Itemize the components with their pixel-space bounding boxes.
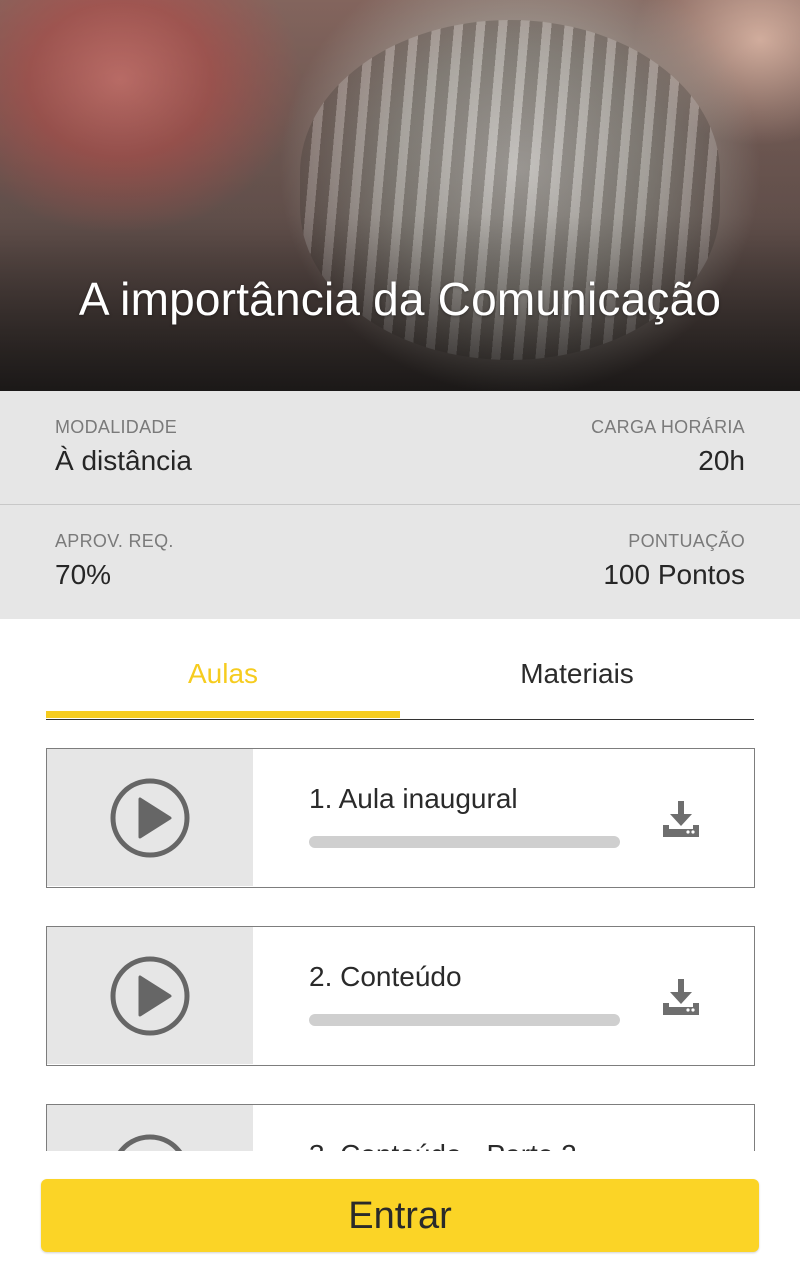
- course-hero-image: A importância da Comunicação: [0, 0, 800, 391]
- info-value: 100 Pontos: [603, 559, 745, 590]
- info-label: APROV. REQ.: [55, 531, 174, 551]
- hero-image-shade: [0, 0, 800, 391]
- lesson-title: 1. Aula inaugural: [309, 783, 518, 814]
- lesson-progress-bar: [309, 836, 620, 848]
- info-pontuacao: PONTUAÇÃO 100 Pontos: [603, 530, 745, 592]
- bottom-action-bar: Entrar: [0, 1151, 800, 1280]
- lesson-thumbnail[interactable]: [47, 927, 253, 1064]
- info-row: APROV. REQ. 70% PONTUAÇÃO 100 Pontos: [0, 505, 800, 619]
- tab-aulas[interactable]: Aulas: [46, 640, 400, 718]
- info-label: PONTUAÇÃO: [628, 531, 745, 551]
- lesson-item[interactable]: 3. Conteúdo - Parte 2: [46, 1104, 755, 1151]
- info-value: 70%: [55, 559, 112, 590]
- lesson-thumbnail[interactable]: [47, 749, 253, 886]
- play-icon: [110, 778, 190, 858]
- enter-button[interactable]: Entrar: [41, 1179, 759, 1252]
- info-label: MODALIDADE: [55, 417, 178, 437]
- course-info-panel: MODALIDADE À distância CARGA HORÁRIA 20h…: [0, 391, 800, 619]
- play-icon: [117, 1134, 183, 1151]
- lesson-list[interactable]: 1. Aula inaugural 2. Conteúdo: [0, 720, 800, 1151]
- lesson-item[interactable]: 1. Aula inaugural: [46, 748, 755, 888]
- play-icon: [110, 956, 190, 1036]
- course-title: A importância da Comunicação: [78, 273, 722, 325]
- lesson-progress-bar: [309, 1014, 620, 1026]
- info-carga-horaria: CARGA HORÁRIA 20h: [591, 416, 745, 478]
- info-modalidade: MODALIDADE À distância: [55, 416, 192, 478]
- active-tab-indicator: [46, 711, 400, 718]
- tab-bar: Aulas Materiais: [46, 640, 754, 720]
- tab-materiais[interactable]: Materiais: [400, 640, 754, 718]
- info-value: À distância: [55, 445, 192, 476]
- info-label: CARGA HORÁRIA: [591, 417, 745, 437]
- lesson-title: 2. Conteúdo: [309, 961, 462, 992]
- lesson-thumbnail[interactable]: [47, 1105, 253, 1151]
- info-aprov-req: APROV. REQ. 70%: [55, 530, 174, 592]
- info-row: MODALIDADE À distância CARGA HORÁRIA 20h: [0, 391, 800, 505]
- info-value: 20h: [698, 445, 745, 476]
- lesson-item[interactable]: 2. Conteúdo: [46, 926, 755, 1066]
- lesson-title: 3. Conteúdo - Parte 2: [309, 1139, 577, 1151]
- download-icon[interactable]: [661, 977, 701, 1017]
- download-icon[interactable]: [661, 799, 701, 839]
